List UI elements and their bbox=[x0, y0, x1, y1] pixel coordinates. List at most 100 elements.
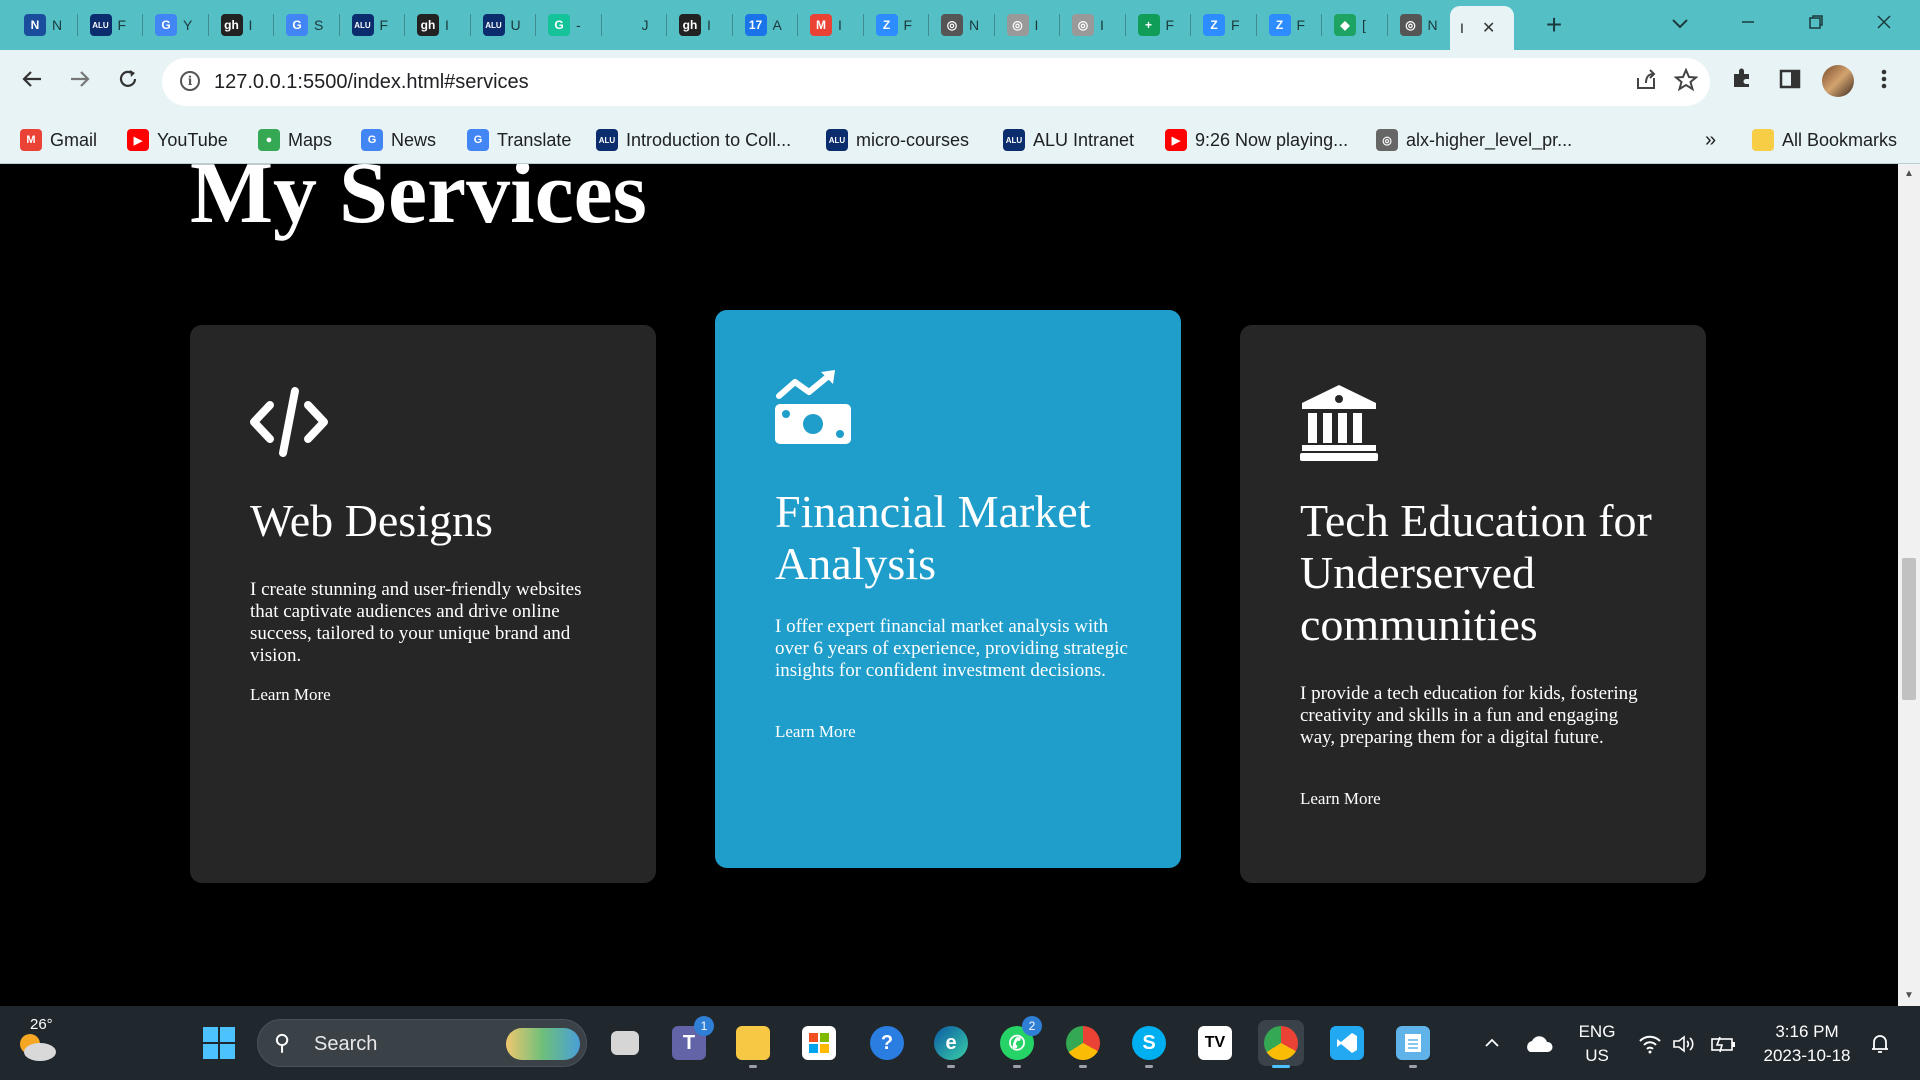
wifi-icon[interactable] bbox=[1638, 1006, 1668, 1080]
browser-tab[interactable]: 17 A bbox=[735, 8, 795, 42]
bookmark-item[interactable]: G News bbox=[361, 126, 436, 154]
page-scrollbar[interactable]: ▲ ▼ bbox=[1898, 164, 1920, 1006]
share-icon[interactable] bbox=[1632, 68, 1660, 96]
file-explorer-app[interactable] bbox=[730, 1020, 776, 1068]
browser-tab[interactable]: ◎ N bbox=[931, 8, 991, 42]
tab-search-icon[interactable] bbox=[1650, 6, 1710, 42]
chrome-icon bbox=[1066, 1026, 1100, 1060]
tab-favicon-icon: ◆ bbox=[1334, 14, 1356, 36]
browser-tab[interactable]: ZF bbox=[1259, 8, 1319, 42]
tab-separator bbox=[993, 14, 995, 36]
clock-time[interactable]: 3:16 PM bbox=[1752, 1022, 1862, 1042]
learn-more-link[interactable]: Learn More bbox=[1300, 789, 1381, 809]
menu-icon[interactable] bbox=[1866, 65, 1902, 101]
notifications-icon[interactable] bbox=[1868, 1006, 1902, 1080]
close-window-icon[interactable] bbox=[1854, 6, 1914, 42]
extensions-icon[interactable] bbox=[1724, 65, 1760, 101]
browser-tab[interactable]: ◎ I bbox=[997, 8, 1057, 42]
tradingview-app[interactable]: TV bbox=[1192, 1020, 1238, 1066]
bookmark-item[interactable]: G Translate bbox=[467, 126, 571, 154]
weather-widget[interactable]: 26° bbox=[14, 1016, 60, 1066]
browser-tab[interactable]: ◎ I bbox=[1062, 8, 1122, 42]
browser-tab[interactable]: ◆[ bbox=[1324, 8, 1384, 42]
browser-tab-strip: N N ALU F G Ygh I G S ALU Fgh I ALU U G - Jgh I 17 A M I Z F ◎ N ◎… bbox=[0, 0, 1920, 50]
volume-icon[interactable] bbox=[1672, 1006, 1702, 1080]
back-icon[interactable] bbox=[14, 65, 50, 101]
bookmark-item[interactable]: ▶ YouTube bbox=[127, 126, 228, 154]
help-icon: ? bbox=[870, 1026, 904, 1060]
tab-separator bbox=[1124, 14, 1126, 36]
browser-tab[interactable]: ALU F bbox=[342, 8, 402, 42]
browser-tab[interactable]: + F bbox=[1128, 8, 1188, 42]
browser-tab[interactable]: ZF bbox=[1193, 8, 1253, 42]
learn-more-link[interactable]: Learn More bbox=[775, 722, 856, 742]
microsoft-store-app[interactable] bbox=[796, 1020, 842, 1066]
language-indicator[interactable]: ENG bbox=[1572, 1022, 1622, 1042]
forward-icon[interactable] bbox=[62, 65, 98, 101]
new-tab-button[interactable]: + bbox=[1537, 8, 1571, 42]
chrome-app[interactable] bbox=[1258, 1020, 1304, 1068]
url-text[interactable]: 127.0.0.1:5500/index.html#services bbox=[214, 71, 529, 94]
browser-tab[interactable]: gh I bbox=[211, 8, 271, 42]
task-view-button[interactable] bbox=[602, 1020, 648, 1066]
teams-app[interactable]: T 1 bbox=[666, 1016, 714, 1066]
active-tab[interactable]: I ✕ bbox=[1450, 6, 1514, 50]
browser-tab[interactable]: ALU U bbox=[473, 8, 533, 42]
all-bookmarks-button[interactable]: All Bookmarks bbox=[1752, 126, 1897, 154]
get-help-app[interactable]: ? bbox=[864, 1020, 910, 1066]
tab-separator bbox=[1059, 14, 1060, 36]
address-bar[interactable]: i 127.0.0.1:5500/index.html#services bbox=[162, 58, 1710, 106]
reload-icon[interactable] bbox=[110, 65, 146, 101]
browser-tab[interactable]: J bbox=[604, 8, 664, 42]
whatsapp-app[interactable]: ✆ 2 bbox=[994, 1016, 1042, 1068]
skype-app[interactable]: S bbox=[1126, 1020, 1172, 1068]
browser-tab[interactable]: ALU F bbox=[80, 8, 140, 42]
bookmark-favicon-icon: ◎ bbox=[1376, 129, 1398, 151]
bookmark-item[interactable]: M Gmail bbox=[20, 126, 97, 154]
browser-tab[interactable]: ◎ N bbox=[1390, 8, 1450, 42]
learn-more-link[interactable]: Learn More bbox=[250, 685, 331, 705]
bookmark-star-icon[interactable] bbox=[1672, 67, 1700, 96]
restore-icon[interactable] bbox=[1786, 6, 1846, 42]
bookmark-item[interactable]: ▶ 9:26 Now playing... bbox=[1165, 126, 1348, 154]
bookmark-item[interactable]: ALU micro-courses bbox=[826, 126, 969, 154]
active-tab-label: I bbox=[1460, 20, 1464, 36]
bookmarks-overflow-button[interactable]: » bbox=[1705, 126, 1716, 154]
site-info-icon[interactable]: i bbox=[180, 71, 200, 91]
tab-separator bbox=[666, 14, 667, 36]
browser-tab[interactable]: MI bbox=[800, 8, 860, 42]
profile-avatar[interactable] bbox=[1822, 65, 1854, 97]
edge-app[interactable]: e bbox=[928, 1020, 974, 1068]
scroll-up-icon[interactable]: ▲ bbox=[1898, 164, 1920, 184]
browser-tab[interactable]: G- bbox=[538, 8, 598, 42]
browser-tab[interactable]: gh I bbox=[669, 8, 729, 42]
scroll-down-icon[interactable]: ▼ bbox=[1898, 986, 1920, 1006]
tab-label: I bbox=[707, 17, 711, 33]
start-button[interactable] bbox=[196, 1020, 242, 1066]
vscode-app[interactable] bbox=[1324, 1020, 1370, 1066]
region-indicator[interactable]: US bbox=[1572, 1046, 1622, 1066]
browser-tab[interactable]: GS bbox=[276, 8, 336, 42]
clock-date[interactable]: 2023-10-18 bbox=[1752, 1046, 1862, 1066]
bookmark-item[interactable]: ● Maps bbox=[258, 126, 332, 154]
browser-tab[interactable]: GY bbox=[145, 8, 205, 42]
side-panel-icon[interactable] bbox=[1772, 65, 1808, 101]
notepad-app[interactable] bbox=[1390, 1020, 1436, 1068]
battery-icon[interactable] bbox=[1710, 1006, 1744, 1080]
show-hidden-icons-button[interactable] bbox=[1478, 1006, 1508, 1080]
taskbar-search[interactable]: ⚲ Search bbox=[257, 1019, 587, 1067]
close-tab-icon[interactable]: ✕ bbox=[1482, 18, 1495, 38]
onedrive-icon[interactable] bbox=[1524, 1006, 1558, 1080]
tab-favicon-icon: ◎ bbox=[1072, 14, 1094, 36]
bookmark-item[interactable]: ALU Introduction to Coll... bbox=[596, 126, 791, 154]
minimize-icon[interactable] bbox=[1718, 6, 1778, 42]
browser-tab[interactable]: NN bbox=[14, 8, 74, 42]
folder-icon bbox=[1752, 129, 1774, 151]
bookmark-item[interactable]: ◎ alx-higher_level_pr... bbox=[1376, 126, 1572, 154]
browser-tab[interactable]: gh I bbox=[407, 8, 467, 42]
scrollbar-thumb[interactable] bbox=[1902, 558, 1916, 700]
teams-badge: 1 bbox=[694, 1016, 714, 1036]
bookmark-item[interactable]: ALU ALU Intranet bbox=[1003, 126, 1134, 154]
browser-tab[interactable]: ZF bbox=[866, 8, 926, 42]
chrome-profile-app[interactable] bbox=[1060, 1020, 1106, 1068]
